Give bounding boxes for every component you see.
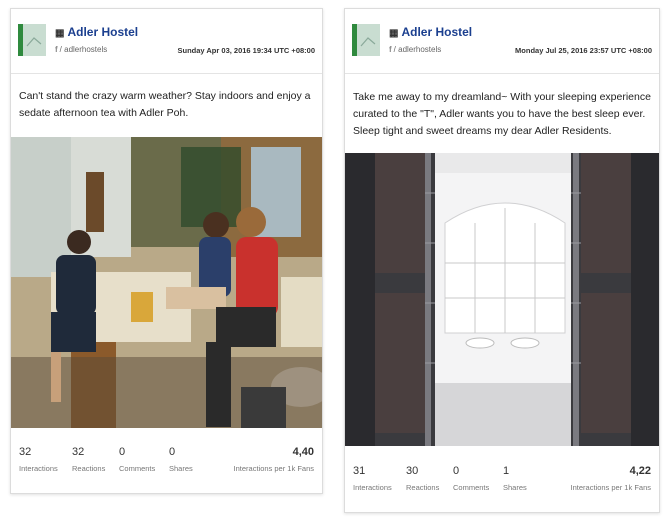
stat-per-fans: 4,40 Interactions per 1k Fans [234,446,314,473]
stat-interactions: 32 Interactions [19,446,58,473]
stat-label: Interactions per 1k Fans [233,464,314,473]
page-name-text: Adler Hostel [401,25,473,39]
stat-label: Shares [169,464,193,473]
stat-value: 32 [19,446,32,458]
facebook-icon: f [389,45,392,54]
post-card: ▦ Adler Hostel f / adlerhostels Monday Jul… [344,8,660,513]
post-photo[interactable] [345,153,659,446]
stat-reactions: 32 Reactions [72,446,105,473]
page-name[interactable]: ▦ Adler Hostel [389,25,472,39]
post-header: ▦ Adler Hostel f / adlerhostels Monday Jul… [345,9,659,74]
stat-value: 4,22 [629,465,651,477]
stat-comments: 0 Comments [453,465,489,492]
post-header: ▦ Adler Hostel f / adlerhostels Sunday Apr… [11,9,322,74]
post-date: Monday Jul 25, 2016 23:57 UTC +08:00 [515,46,652,55]
stat-shares: 0 Shares [169,446,193,473]
stat-value: 1 [503,465,510,477]
post-message: Take me away to my dreamland~ With your … [353,91,651,137]
post-photo[interactable] [11,137,322,428]
handle-text: / adlerhostels [59,45,108,54]
stat-label: Reactions [72,464,106,473]
stat-label: Reactions [406,483,440,492]
stat-value: 0 [169,446,176,458]
stat-reactions: 30 Reactions [406,465,439,492]
stat-comments: 0 Comments [119,446,155,473]
handle-text: / adlerhostels [393,45,442,54]
stat-label: Interactions [353,483,392,492]
stat-value: 32 [72,446,85,458]
page-handle[interactable]: f / adlerhostels [55,45,107,54]
post-card: ▦ Adler Hostel f / adlerhostels Sunday Apr… [10,8,323,494]
post-date: Sunday Apr 03, 2016 19:34 UTC +08:00 [177,46,316,55]
stat-label: Interactions per 1k Fans [570,483,651,492]
building-icon: ▦ [55,28,65,39]
building-icon: ▦ [389,28,399,39]
stat-label: Shares [503,483,527,492]
post-message: Can't stand the crazy warm weather? Stay… [19,90,311,119]
facebook-icon: f [55,45,58,54]
stat-label: Interactions [19,464,58,473]
stat-label: Comments [119,464,156,473]
page-name[interactable]: ▦ Adler Hostel [55,25,138,39]
stat-value: 4,40 [292,446,314,458]
stat-shares: 1 Shares [503,465,527,492]
page-logo[interactable] [18,24,46,56]
page-name-text: Adler Hostel [67,25,139,39]
page-handle[interactable]: f / adlerhostels [389,45,441,54]
stat-value: 0 [453,465,460,477]
stat-value: 30 [406,465,419,477]
stat-value: 31 [353,465,366,477]
stat-value: 0 [119,446,126,458]
stat-per-fans: 4,22 Interactions per 1k Fans [571,465,651,492]
stat-interactions: 31 Interactions [353,465,392,492]
page-logo[interactable] [352,24,380,56]
stat-label: Comments [453,483,490,492]
